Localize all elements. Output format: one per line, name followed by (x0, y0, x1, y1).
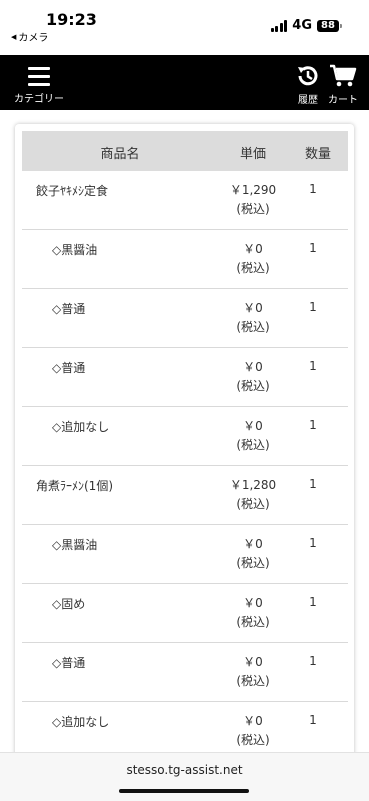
price-value: ￥0 (243, 360, 263, 374)
item-price: ￥0 (税込) (218, 535, 288, 573)
item-quantity: 1 (309, 654, 317, 668)
item-price: ￥0 (税込) (218, 417, 288, 455)
option-row: ◇追加なし ￥0 (税込) 1 (22, 407, 348, 466)
item-quantity: 1 (309, 536, 317, 550)
price-value: ￥0 (243, 596, 263, 610)
item-name: ◇普通 (52, 656, 86, 670)
status-bar: 19:23 ◀ カメラ 4G 88 (0, 0, 369, 55)
price-value: ￥0 (243, 242, 263, 256)
order-card: 商品名 単価 数量 餃子ﾔｷﾒｼ定食 ￥1,290 (税込) 1 ◇黒醤油 ￥0 (税込) 1… (15, 124, 354, 764)
history-button[interactable]: 履歴 (292, 63, 324, 106)
item-quantity: 1 (309, 182, 317, 196)
column-header-unit-price: 単価 (239, 147, 266, 162)
cart-label: カート (328, 95, 358, 106)
status-indicators: 4G 88 (270, 18, 342, 33)
item-price: ￥1,280 (税込) (218, 476, 288, 514)
price-value: ￥0 (243, 419, 263, 433)
tax-note: (税込) (236, 438, 270, 452)
tax-note: (税込) (236, 497, 270, 511)
battery-icon: 88 (317, 19, 342, 32)
item-price: ￥0 (税込) (218, 594, 288, 632)
price-value: ￥1,280 (229, 478, 277, 492)
price-value: ￥0 (243, 301, 263, 315)
item-row: 角煮ﾗｰﾒﾝ(1個) ￥1,280 (税込) 1 (22, 466, 348, 525)
item-name: ◇追加なし (52, 420, 110, 434)
item-quantity: 1 (309, 241, 317, 255)
item-name: ◇固め (52, 597, 86, 611)
item-price: ￥1,290 (税込) (218, 181, 288, 219)
item-name: 角煮ﾗｰﾒﾝ(1個) (36, 479, 113, 493)
price-value: ￥0 (243, 655, 263, 669)
cart-button[interactable]: カート (326, 63, 360, 106)
history-icon (292, 63, 324, 89)
url-text: stesso.tg-assist.net (126, 763, 243, 777)
home-indicator[interactable] (119, 789, 249, 793)
network-type: 4G (292, 18, 312, 33)
item-price: ￥0 (税込) (218, 358, 288, 396)
tax-note: (税込) (236, 556, 270, 570)
item-name: ◇黒醤油 (52, 538, 98, 552)
column-header-quantity: 数量 (304, 147, 331, 162)
item-name: ◇普通 (52, 361, 86, 375)
item-price: ￥0 (税込) (218, 653, 288, 691)
hamburger-menu-icon (28, 67, 50, 91)
item-quantity: 1 (309, 713, 317, 727)
item-quantity: 1 (309, 418, 317, 432)
status-time: 19:23 (46, 10, 97, 29)
item-price: ￥0 (税込) (218, 240, 288, 278)
price-value: ￥0 (243, 537, 263, 551)
app-header: カテゴリー 履歴 カート (0, 55, 369, 110)
item-name: ◇黒醤油 (52, 243, 98, 257)
item-name: ◇普通 (52, 302, 86, 316)
item-name: 餃子ﾔｷﾒｼ定食 (36, 184, 109, 198)
price-value: ￥1,290 (229, 183, 277, 197)
category-menu-button[interactable]: カテゴリー (14, 65, 66, 105)
tax-note: (税込) (236, 674, 270, 688)
option-row: ◇普通 ￥0 (税込) 1 (22, 643, 348, 702)
tax-note: (税込) (236, 320, 270, 334)
item-row: 餃子ﾔｷﾒｼ定食 ￥1,290 (税込) 1 (22, 171, 348, 230)
history-label: 履歴 (298, 95, 318, 106)
option-row: ◇黒醤油 ￥0 (税込) 1 (22, 525, 348, 584)
back-arrow-icon: ◀ (11, 32, 17, 41)
item-price: ￥0 (税込) (218, 712, 288, 750)
item-price: ￥0 (税込) (218, 299, 288, 337)
tax-note: (税込) (236, 261, 270, 275)
column-header-item-name: 商品名 (100, 147, 140, 162)
tax-note: (税込) (236, 615, 270, 629)
item-quantity: 1 (309, 359, 317, 373)
table-header: 商品名 単価 数量 (22, 131, 348, 171)
signal-icon (270, 19, 288, 32)
tax-note: (税込) (236, 379, 270, 393)
tax-note: (税込) (236, 733, 270, 747)
item-quantity: 1 (309, 477, 317, 491)
option-row: ◇黒醤油 ￥0 (税込) 1 (22, 230, 348, 289)
item-quantity: 1 (309, 595, 317, 609)
back-app-label: カメラ (18, 33, 49, 44)
option-row: ◇固め ￥0 (税込) 1 (22, 584, 348, 643)
cart-icon (326, 63, 360, 89)
option-row: ◇普通 ￥0 (税込) 1 (22, 289, 348, 348)
browser-address-bar[interactable]: stesso.tg-assist.net (0, 752, 369, 801)
tax-note: (税込) (236, 202, 270, 216)
price-value: ￥0 (243, 714, 263, 728)
option-row: ◇普通 ￥0 (税込) 1 (22, 348, 348, 407)
item-quantity: 1 (309, 300, 317, 314)
category-label: カテゴリー (14, 94, 64, 105)
item-name: ◇追加なし (52, 715, 110, 729)
back-to-app-link[interactable]: ◀ カメラ (11, 29, 49, 45)
order-items-list: 餃子ﾔｷﾒｼ定食 ￥1,290 (税込) 1 ◇黒醤油 ￥0 (税込) 1 ◇普通 ￥0 (税込) 1… (22, 171, 348, 761)
